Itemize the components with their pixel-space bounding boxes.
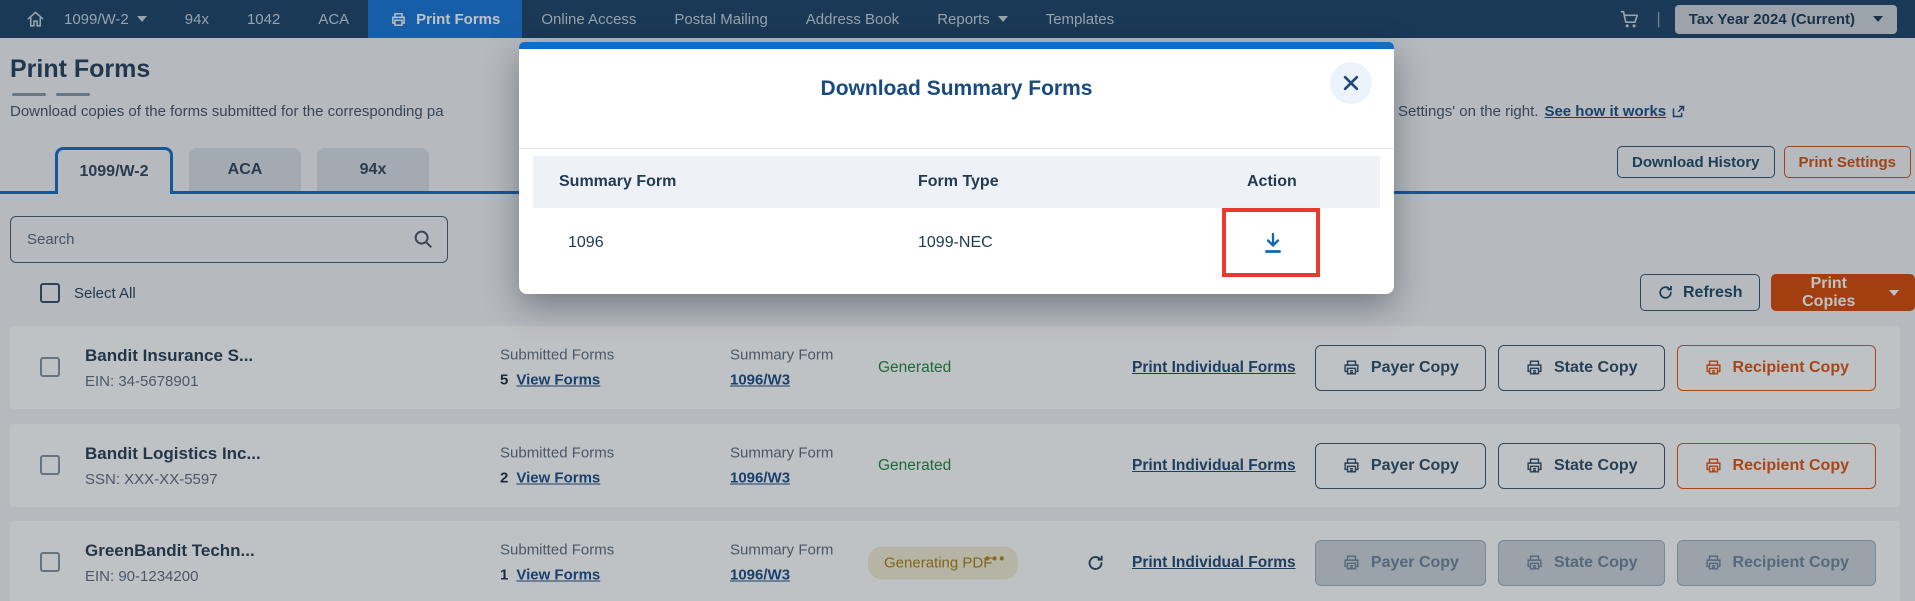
modal-title: Download Summary Forms bbox=[820, 77, 1093, 100]
column-summary-form: Summary Form bbox=[559, 173, 677, 190]
form-type-value: 1099-NEC bbox=[918, 233, 993, 251]
column-form-type: Form Type bbox=[918, 173, 999, 190]
modal-table-header: Summary Form Form Type Action bbox=[533, 156, 1380, 208]
download-summary-forms-modal: Download Summary Forms Summary Form Form… bbox=[519, 42, 1394, 294]
modal-divider bbox=[519, 148, 1394, 149]
highlight-annotation-box bbox=[1222, 208, 1320, 277]
close-icon[interactable] bbox=[1330, 62, 1372, 104]
summary-form-value: 1096 bbox=[568, 233, 604, 251]
column-action: Action bbox=[1247, 173, 1297, 190]
modal-accent-bar bbox=[519, 42, 1394, 49]
